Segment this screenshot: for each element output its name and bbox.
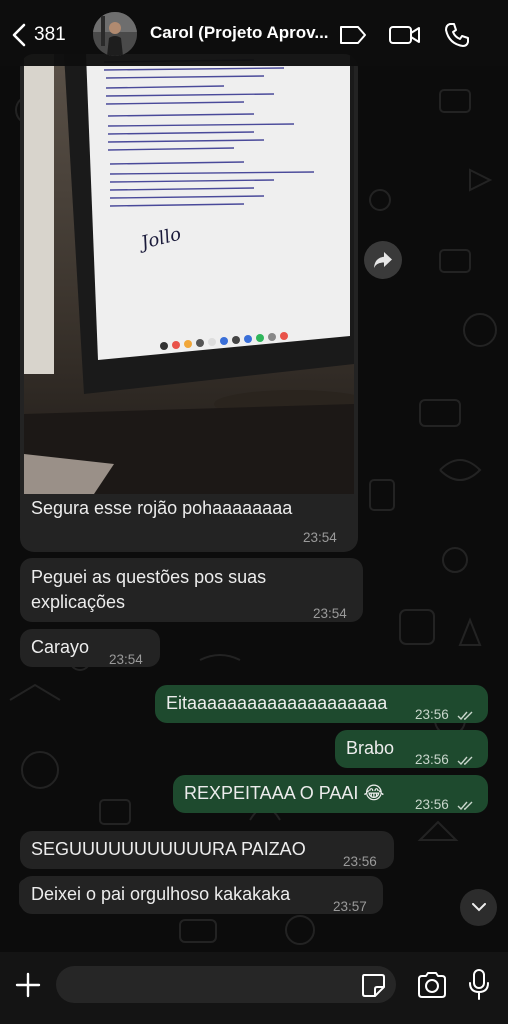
message-time: 23:56: [415, 752, 449, 767]
message-incoming[interactable]: Deixei o pai orgulhoso kakakaka 23:57: [20, 876, 383, 914]
message-incoming[interactable]: Peguei as questões pos suas explicações …: [20, 558, 363, 622]
message-text: Deixei o pai orgulhoso kakakaka: [31, 884, 291, 904]
mic-icon: [469, 969, 489, 1000]
message-time: 23:54: [303, 530, 337, 545]
voice-message-button[interactable]: [467, 968, 491, 1002]
avatar-photo: [93, 12, 137, 56]
message-text: Eitaaaaaaaaaaaaaaaaaaaa: [166, 693, 388, 713]
message-text-line-2: explicações: [31, 592, 126, 612]
label-button[interactable]: [336, 18, 370, 52]
forward-button[interactable]: [364, 241, 402, 279]
read-ticks-icon: [457, 711, 473, 720]
back-button[interactable]: 381: [12, 20, 82, 50]
message-outgoing[interactable]: Eitaaaaaaaaaaaaaaaaaaaa 23:56: [155, 685, 488, 723]
message-incoming[interactable]: Carayo 23:54: [20, 629, 160, 667]
sticker-icon: [362, 974, 385, 997]
message-incoming[interactable]: SEGUUUUUUUUUUURA PAIZAO 23:56: [20, 831, 394, 869]
forward-icon: [374, 252, 392, 268]
message-meta: 23:56: [415, 702, 475, 727]
camera-icon: [418, 972, 446, 998]
message-text: REXPEITAAA O PAAI 😂: [184, 783, 385, 803]
chevron-left-icon: [12, 23, 26, 47]
message-time: 23:56: [415, 797, 449, 812]
message-meta: 23:56: [415, 747, 475, 772]
attach-button[interactable]: [13, 970, 43, 1000]
message-meta: 23:56: [415, 792, 475, 817]
read-ticks-icon: [457, 801, 473, 810]
message-time: 23:56: [343, 854, 377, 869]
sticker-button[interactable]: [359, 971, 387, 999]
scroll-to-bottom-button[interactable]: [460, 889, 497, 926]
contact-name[interactable]: Carol (Projeto Aprov...: [150, 23, 334, 43]
message-text-line-1: Peguei as questões pos suas: [31, 567, 267, 587]
photo-message[interactable]: Jollo Segura esse rojão pohaaaaaaaa 23:5…: [20, 54, 358, 552]
camera-button[interactable]: [416, 970, 448, 1000]
read-ticks-icon: [457, 756, 473, 765]
message-time: 23:57: [333, 899, 367, 914]
tablet-photo-drawing: Jollo: [24, 54, 354, 494]
voice-call-button[interactable]: [440, 18, 474, 52]
tag-icon: [340, 26, 366, 44]
message-time: 23:56: [415, 707, 449, 722]
plus-icon: [15, 972, 41, 998]
message-outgoing[interactable]: REXPEITAAA O PAAI 😂 23:56: [173, 775, 488, 813]
message-time: 23:54: [109, 652, 143, 667]
photo-caption: Segura esse rojão pohaaaaaaaa: [31, 498, 293, 518]
message-text: Carayo: [31, 637, 90, 657]
chevron-down-icon: [471, 903, 486, 912]
composer-bar: [0, 952, 508, 1024]
avatar[interactable]: [93, 12, 137, 56]
video-call-icon: [389, 26, 420, 44]
message-text: Brabo: [346, 738, 395, 758]
message-text: SEGUUUUUUUUUUURA PAIZAO: [31, 839, 306, 859]
photo-image[interactable]: Jollo: [24, 54, 354, 494]
message-outgoing[interactable]: Brabo 23:56: [335, 730, 488, 768]
unread-count: 381: [34, 24, 66, 45]
chat-header: 381 Carol (Projeto Aprov...: [0, 0, 508, 66]
phone-icon: [445, 23, 469, 47]
message-time: 23:54: [313, 606, 347, 621]
message-input[interactable]: [56, 966, 396, 1003]
video-call-button[interactable]: [388, 18, 422, 52]
